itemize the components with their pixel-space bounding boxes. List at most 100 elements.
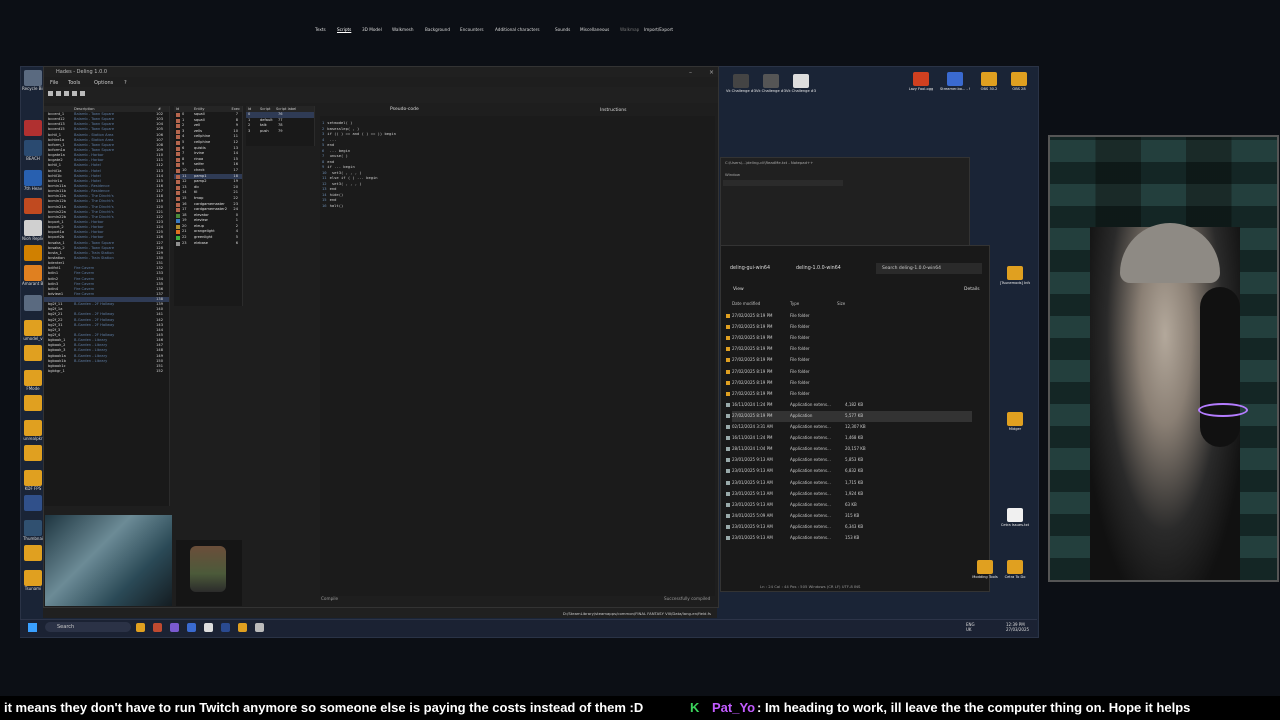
desktop-icon[interactable]	[22, 245, 44, 261]
tab-walkmap[interactable]: Walkmap	[620, 27, 639, 32]
desktop-icon[interactable]	[22, 120, 44, 136]
desktop-icon[interactable]: Modding Tools	[970, 560, 1000, 579]
crumb-1[interactable]: deling-gui-win64	[730, 266, 770, 271]
col-exec[interactable]: Exec	[232, 107, 240, 111]
view-button[interactable]: View	[733, 287, 744, 292]
menu-file[interactable]: File	[50, 80, 58, 86]
file-row[interactable]: 23/01/2025 9:13 AM Application extens... 1…	[726, 533, 972, 544]
desktop-icon[interactable]	[22, 395, 44, 411]
taskbar-search[interactable]: Search	[45, 622, 131, 632]
file-row[interactable]: 24/01/2025 5:09 AM Application extens... 3…	[726, 511, 972, 522]
col-size[interactable]: Size	[837, 301, 845, 306]
tab-encounters[interactable]: Encounters	[460, 27, 484, 32]
col-number[interactable]: #	[158, 107, 161, 111]
script-list[interactable]: Id Script Script label 0 76 1 default 77 2 tal…	[246, 106, 315, 146]
crumb-2[interactable]: deling-1.0.0-win64	[796, 266, 841, 271]
file-row[interactable]: 23/01/2025 9:13 AM Application extens... 5…	[726, 455, 972, 466]
tab-3d-model[interactable]: 3D Model	[362, 27, 382, 32]
desktop-icon[interactable]: Vk Challenge #3.mp4	[726, 74, 756, 93]
code-editor[interactable]: 1 setmodel( ) 2 basesslep( , ) 3 if (( ) == a…	[320, 116, 715, 596]
desktop-icon[interactable]: Cetra To Do	[1000, 560, 1030, 579]
desktop-icon[interactable]: BEACH	[22, 140, 44, 161]
language-indicator[interactable]: ENG UK	[966, 622, 975, 632]
desktop-icon[interactable]: Lazy Fool.ogg	[906, 72, 936, 91]
file-explorer-icon[interactable]	[136, 623, 145, 632]
desktop-icon[interactable]: KDF FPS	[22, 470, 44, 491]
compile-button[interactable]: Compile	[321, 596, 338, 601]
desktop-icon[interactable]: Streamer.bo... - Shortcut	[940, 72, 970, 91]
desktop-icon[interactable]: unrealpkr	[22, 420, 44, 441]
desktop-icon[interactable]	[22, 445, 44, 461]
col-date-modified[interactable]: Date modified	[732, 301, 760, 306]
tab-miscellaneous[interactable]: Miscellaneous	[580, 27, 609, 32]
steam-icon[interactable]	[221, 623, 230, 632]
obs-icon[interactable]	[204, 623, 213, 632]
file-row[interactable]: 02/12/2024 3:31 AM Application extens... 1…	[726, 422, 972, 433]
desktop-icon[interactable]: [Tsunemods] Information	[1000, 266, 1030, 285]
file-row[interactable]: 27/02/2025 8:19 PM Application 5,577 KB	[726, 410, 972, 422]
file-row[interactable]: 16/11/2024 1:24 PM Application extens... 4…	[726, 400, 972, 411]
desktop-icon[interactable]: FMode	[22, 370, 44, 391]
file-row[interactable]: 27/02/2025 8:19 PM File folder	[726, 389, 972, 400]
start-icon[interactable]	[28, 623, 37, 632]
tab-sounds[interactable]: Sounds	[555, 27, 570, 32]
tab-additional-characters[interactable]: Additional characters	[495, 27, 540, 32]
file-row[interactable]: 27/02/2025 8:19 PM File folder	[726, 355, 972, 366]
file-row[interactable]: 27/02/2025 8:19 PM File folder	[726, 333, 972, 344]
col-entity[interactable]: Entity	[194, 107, 205, 111]
file-row[interactable]: 23/01/2025 9:13 AM Application extens... 6…	[726, 522, 972, 533]
tab-import-export[interactable]: Import/Export	[644, 27, 673, 32]
file-row[interactable]: 23/01/2025 9:13 AM Application extens... 6…	[726, 500, 972, 511]
file-row[interactable]: 27/02/2025 8:19 PM File folder	[726, 311, 972, 322]
desktop-icon[interactable]: Recycle Bin	[22, 70, 44, 91]
desktop-icon[interactable]: Thumbnai	[22, 520, 44, 541]
desktop-icon[interactable]	[22, 345, 44, 361]
app-icon-2[interactable]	[170, 623, 179, 632]
file-row[interactable]: 28/11/2024 1:04 PM Application extens... 2…	[726, 444, 972, 455]
col-script[interactable]: Script	[260, 107, 270, 111]
file-row[interactable]: 27/02/2025 8:19 PM File folder	[726, 322, 972, 333]
col-entity-id[interactable]: Id	[176, 107, 179, 111]
file-row[interactable]: 23/01/2025 9:13 AM Application extens... 1…	[726, 478, 972, 489]
file-row[interactable]: 27/02/2025 8:19 PM File folder	[726, 378, 972, 389]
desktop-icon[interactable]: Tsunami	[22, 570, 44, 591]
col-script-label[interactable]: Script label	[276, 107, 296, 111]
close-icon[interactable]: ×	[709, 69, 714, 76]
settings-icon[interactable]	[255, 623, 264, 632]
desktop-icon[interactable]: OBS 30.2	[974, 72, 1004, 91]
tab-texts[interactable]: Texts	[315, 27, 326, 32]
explorer-search-input[interactable]: Search deling-1.0.0-win64	[876, 263, 982, 274]
export-icon[interactable]	[72, 91, 77, 96]
open-icon[interactable]	[48, 91, 53, 96]
desktop-icon[interactable]	[22, 295, 44, 311]
file-row[interactable]: 16/11/2024 1:24 PM Application extens... 1…	[726, 433, 972, 444]
app-icon-3[interactable]	[187, 623, 196, 632]
col-description[interactable]: Description	[74, 107, 94, 111]
search-tool-icon[interactable]	[80, 91, 85, 96]
col-type[interactable]: Type	[790, 301, 799, 306]
clock[interactable]: 12:39 PM 27/03/2025	[1006, 622, 1029, 632]
desktop-icon[interactable]: Amarant Battle D	[22, 265, 44, 286]
tab-background[interactable]: Background	[425, 27, 450, 32]
desktop-icon[interactable]	[22, 495, 44, 511]
file-row[interactable]: 23/01/2025 9:13 AM Application extens... 1…	[726, 489, 972, 500]
tab-scripts[interactable]: Scripts	[337, 27, 351, 32]
desktop-icon[interactable]: umodel_v	[22, 320, 44, 341]
entity-list[interactable]: Id Entity Exec 0 squall 7 1 squall 8 2 zell 9 3 ze…	[174, 106, 243, 306]
tab-walkmesh[interactable]: Walkmesh	[392, 27, 414, 32]
details-button[interactable]: Details	[964, 287, 980, 292]
minimize-icon[interactable]: –	[689, 69, 692, 76]
desktop-icon[interactable]: Midger	[1000, 412, 1030, 431]
desktop-icon[interactable]: 7th Heav	[22, 170, 44, 191]
file-row[interactable]: 23/01/2025 9:13 AM Application extens... 6…	[726, 466, 972, 477]
scene-row[interactable]: bgbkgr_1 152	[44, 369, 169, 374]
app-icon-1[interactable]	[153, 623, 162, 632]
folder-icon[interactable]	[238, 623, 247, 632]
menu-options[interactable]: Options	[94, 80, 113, 86]
script-row[interactable]: 3 push 79	[246, 129, 314, 135]
desktop-icon[interactable]: Vk Challenge #3 Guide.m...	[756, 74, 786, 93]
col-script-id[interactable]: Id	[248, 107, 251, 111]
desktop-icon[interactable]	[22, 198, 44, 214]
desktop-icon[interactable]	[22, 545, 44, 561]
save-icon[interactable]	[56, 91, 61, 96]
